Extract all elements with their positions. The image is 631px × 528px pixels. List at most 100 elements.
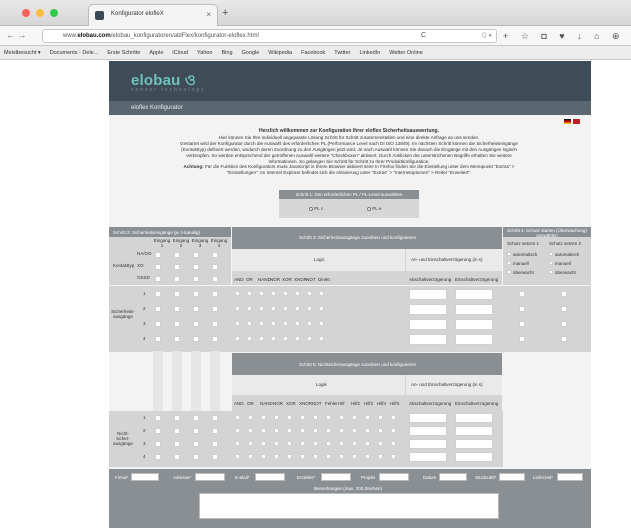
logic5-checkbox[interactable] xyxy=(339,415,344,420)
on-delay5-input[interactable] xyxy=(455,413,493,423)
output-input-checkbox[interactable] xyxy=(212,336,218,342)
kontakttyp-checkbox[interactable] xyxy=(155,276,161,282)
kontakttyp-checkbox[interactable] xyxy=(174,276,180,282)
comment-textarea[interactable] xyxy=(199,493,499,519)
nonsafe-input-checkbox[interactable] xyxy=(193,454,199,460)
output-input-checkbox[interactable] xyxy=(155,336,161,342)
logic5-checkbox[interactable] xyxy=(261,454,266,459)
logic5-checkbox[interactable] xyxy=(313,428,318,433)
logic5-checkbox[interactable] xyxy=(287,415,292,420)
kontakttyp-checkbox[interactable] xyxy=(193,264,199,270)
logic-checkbox[interactable] xyxy=(259,321,264,326)
bookmark-item[interactable]: Apple xyxy=(149,50,163,56)
search-icon[interactable]: Q ● xyxy=(482,33,492,39)
nonsafe-input-checkbox[interactable] xyxy=(174,454,180,460)
logic-checkbox[interactable] xyxy=(295,291,300,296)
nonsafe-input-checkbox[interactable] xyxy=(193,428,199,434)
pl-e-option[interactable]: PL e xyxy=(367,206,381,211)
logic-checkbox[interactable] xyxy=(283,306,288,311)
schutz2-select[interactable] xyxy=(561,321,567,327)
pl-c-option[interactable]: PL c xyxy=(309,206,323,211)
logic5-checkbox[interactable] xyxy=(287,454,292,459)
back-forward-icon[interactable]: ← → xyxy=(6,30,27,40)
nonsafe-input-checkbox[interactable] xyxy=(155,428,161,434)
bookmark-item[interactable]: Meistbesucht ▾ xyxy=(4,50,41,56)
schutz2-select[interactable] xyxy=(561,306,567,312)
logic5-checkbox[interactable] xyxy=(300,441,305,446)
logic-checkbox[interactable] xyxy=(271,321,276,326)
close-tab-icon[interactable]: × xyxy=(206,10,211,19)
schutz1-checkbox[interactable] xyxy=(507,270,511,274)
close-window-button[interactable] xyxy=(22,9,30,17)
logic-checkbox[interactable] xyxy=(319,321,324,326)
logic-checkbox[interactable] xyxy=(247,306,252,311)
logic5-checkbox[interactable] xyxy=(235,428,240,433)
off-delay-input[interactable] xyxy=(409,334,447,345)
logic5-checkbox[interactable] xyxy=(339,454,344,459)
address-bar[interactable]: www.elobau.com/elobau_konfiguratoren/abl… xyxy=(42,29,497,43)
on-delay-input[interactable] xyxy=(455,289,493,300)
output-input-checkbox[interactable] xyxy=(193,321,199,327)
logic5-checkbox[interactable] xyxy=(391,441,396,446)
logic-checkbox[interactable] xyxy=(235,321,240,326)
off-delay-input[interactable] xyxy=(409,319,447,330)
logic5-checkbox[interactable] xyxy=(352,441,357,446)
nonsafe-input-checkbox[interactable] xyxy=(212,441,218,447)
kontakttyp-checkbox[interactable] xyxy=(174,264,180,270)
bookmark-item[interactable]: Facebook xyxy=(301,50,325,56)
nonsafe-input-checkbox[interactable] xyxy=(174,428,180,434)
bookmark-item[interactable]: Wikipedia xyxy=(268,50,292,56)
logic5-checkbox[interactable] xyxy=(274,454,279,459)
logic5-checkbox[interactable] xyxy=(352,428,357,433)
schutz2-checkbox[interactable] xyxy=(549,261,553,265)
maximize-window-button[interactable] xyxy=(50,9,58,17)
logic-checkbox[interactable] xyxy=(271,336,276,341)
bookmark-item[interactable]: LinkedIn xyxy=(359,50,380,56)
nonsafe-input-checkbox[interactable] xyxy=(155,441,161,447)
logic5-checkbox[interactable] xyxy=(365,428,370,433)
logic-checkbox[interactable] xyxy=(307,291,312,296)
logic5-checkbox[interactable] xyxy=(365,441,370,446)
logic5-checkbox[interactable] xyxy=(391,428,396,433)
lieferzeit-field[interactable] xyxy=(557,473,583,481)
logic-checkbox[interactable] xyxy=(295,336,300,341)
nonsafe-input-checkbox[interactable] xyxy=(155,415,161,421)
logic-checkbox[interactable] xyxy=(271,291,276,296)
logic5-checkbox[interactable] xyxy=(313,415,318,420)
logic5-checkbox[interactable] xyxy=(326,428,331,433)
logic-checkbox[interactable] xyxy=(247,321,252,326)
logic-checkbox[interactable] xyxy=(295,306,300,311)
logic5-checkbox[interactable] xyxy=(326,441,331,446)
schutz1-checkbox[interactable] xyxy=(507,261,511,265)
logic5-checkbox[interactable] xyxy=(287,428,292,433)
logic-checkbox[interactable] xyxy=(259,291,264,296)
nonsafe-input-checkbox[interactable] xyxy=(174,441,180,447)
bookmark-item[interactable]: Erste Schritte xyxy=(107,50,140,56)
pl-e-radio[interactable] xyxy=(367,206,371,211)
bookmark-item[interactable]: Documents - Dele... xyxy=(50,50,99,56)
logic-checkbox[interactable] xyxy=(319,291,324,296)
kontakttyp-checkbox[interactable] xyxy=(212,264,218,270)
off-delay-input[interactable] xyxy=(409,289,447,300)
nonsafe-input-checkbox[interactable] xyxy=(212,428,218,434)
nonsafe-input-checkbox[interactable] xyxy=(193,415,199,421)
logic5-checkbox[interactable] xyxy=(235,415,240,420)
bookmark-item[interactable]: Yahoo xyxy=(197,50,213,56)
logic5-checkbox[interactable] xyxy=(300,415,305,420)
output-input-checkbox[interactable] xyxy=(193,291,199,297)
logic-checkbox[interactable] xyxy=(319,306,324,311)
bookmark-item[interactable]: Twitter xyxy=(334,50,350,56)
kontakttyp-checkbox[interactable] xyxy=(155,252,161,258)
logic5-checkbox[interactable] xyxy=(352,454,357,459)
logic5-checkbox[interactable] xyxy=(365,415,370,420)
output-input-checkbox[interactable] xyxy=(174,321,180,327)
projekt-field[interactable] xyxy=(379,473,409,481)
kontakttyp-checkbox[interactable] xyxy=(212,276,218,282)
kontakttyp-checkbox[interactable] xyxy=(193,252,199,258)
nonsafe-input-checkbox[interactable] xyxy=(193,441,199,447)
output-input-checkbox[interactable] xyxy=(155,306,161,312)
logic5-checkbox[interactable] xyxy=(326,415,331,420)
logic5-checkbox[interactable] xyxy=(248,428,253,433)
logic5-checkbox[interactable] xyxy=(274,441,279,446)
logic5-checkbox[interactable] xyxy=(378,428,383,433)
